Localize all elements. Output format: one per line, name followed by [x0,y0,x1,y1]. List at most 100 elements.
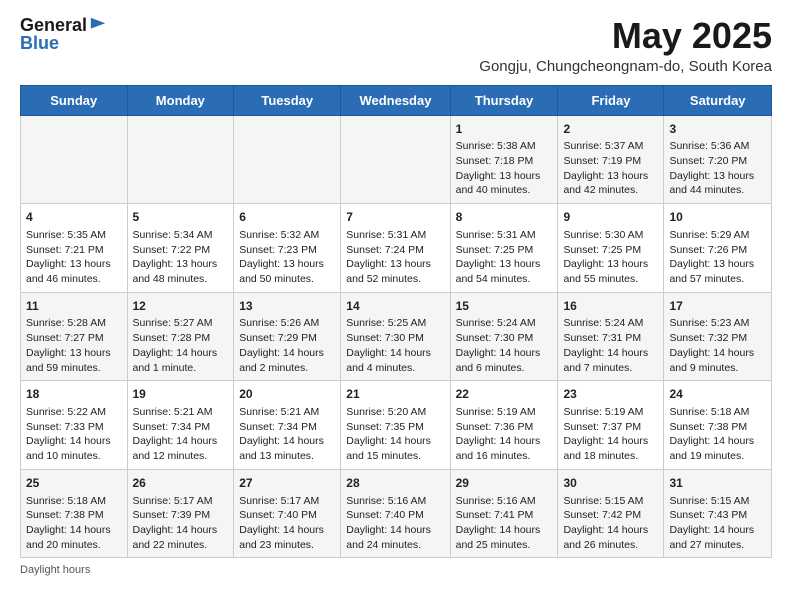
day-info: Sunrise: 5:19 AM Sunset: 7:37 PM Dayligh… [563,405,658,464]
weekday-header-saturday: Saturday [664,85,772,115]
day-info: Sunrise: 5:22 AM Sunset: 7:33 PM Dayligh… [26,405,122,464]
day-number: 25 [26,475,122,492]
day-number: 14 [346,298,444,315]
calendar-table: SundayMondayTuesdayWednesdayThursdayFrid… [20,85,772,559]
calendar-cell: 23 Sunrise: 5:19 AM Sunset: 7:37 PM Dayli… [558,381,664,470]
day-number: 27 [239,475,335,492]
calendar-cell: 2Sunrise: 5:37 AM Sunset: 7:19 PM Daylig… [558,115,664,204]
calendar-cell: 21Sunrise: 5:20 AM Sunset: 7:35 PM Dayli… [341,381,450,470]
calendar-cell: 26Sunrise: 5:17 AM Sunset: 7:39 PM Dayli… [127,469,234,558]
day-number: 21 [346,386,444,403]
day-info: Sunrise: 5:30 AM Sunset: 7:25 PM Dayligh… [563,228,658,287]
day-info: Sunrise: 5:23 AM Sunset: 7:32 PM Dayligh… [669,316,766,375]
day-number: 28 [346,475,444,492]
location-subtitle: Gongju, Chungcheongnam-do, South Korea [479,58,772,75]
logo: General Blue [20,16,107,52]
day-number: 24 [669,386,766,403]
month-title: May 2025 [479,16,772,56]
day-info: Sunrise: 5:19 AM Sunset: 7:36 PM Dayligh… [456,405,553,464]
calendar-cell: 17Sunrise: 5:23 AM Sunset: 7:32 PM Dayli… [664,292,772,381]
day-number: 6 [239,209,335,226]
day-number: 10 [669,209,766,226]
calendar-cell: 27 Sunrise: 5:17 AM Sunset: 7:40 PM Dayli… [234,469,341,558]
day-info: Sunrise: 5:31 AM Sunset: 7:24 PM Dayligh… [346,228,444,287]
day-info: Sunrise: 5:29 AM Sunset: 7:26 PM Dayligh… [669,228,766,287]
calendar-week-2: 4 Sunrise: 5:35 AM Sunset: 7:21 PM Daylig… [21,204,772,293]
daylight-label: Daylight hours [20,564,90,576]
day-number: 30 [563,475,658,492]
day-number: 23 [563,386,658,403]
calendar-cell [341,115,450,204]
logo-flag-icon [89,16,107,34]
calendar-cell: 22 Sunrise: 5:19 AM Sunset: 7:36 PM Dayli… [450,381,558,470]
calendar-cell: 12Sunrise: 5:27 AM Sunset: 7:28 PM Dayli… [127,292,234,381]
calendar-cell: 7 Sunrise: 5:31 AM Sunset: 7:24 PM Daylig… [341,204,450,293]
day-number: 7 [346,209,444,226]
day-info: Sunrise: 5:32 AM Sunset: 7:23 PM Dayligh… [239,228,335,287]
logo-blue: Blue [20,34,59,52]
day-info: Sunrise: 5:28 AM Sunset: 7:27 PM Dayligh… [26,316,122,375]
day-number: 8 [456,209,553,226]
calendar-cell: 1Sunrise: 5:38 AM Sunset: 7:18 PM Daylig… [450,115,558,204]
day-info: Sunrise: 5:15 AM Sunset: 7:42 PM Dayligh… [563,494,658,553]
day-info: Sunrise: 5:37 AM Sunset: 7:19 PM Dayligh… [563,139,658,198]
calendar-cell [21,115,128,204]
weekday-header-wednesday: Wednesday [341,85,450,115]
day-number: 9 [563,209,658,226]
day-info: Sunrise: 5:15 AM Sunset: 7:43 PM Dayligh… [669,494,766,553]
day-number: 3 [669,121,766,138]
calendar-cell: 31 Sunrise: 5:15 AM Sunset: 7:43 PM Dayli… [664,469,772,558]
day-info: Sunrise: 5:25 AM Sunset: 7:30 PM Dayligh… [346,316,444,375]
day-number: 13 [239,298,335,315]
day-info: Sunrise: 5:36 AM Sunset: 7:20 PM Dayligh… [669,139,766,198]
calendar-cell [234,115,341,204]
day-info: Sunrise: 5:35 AM Sunset: 7:21 PM Dayligh… [26,228,122,287]
calendar-cell: 15Sunrise: 5:24 AM Sunset: 7:30 PM Dayli… [450,292,558,381]
calendar-cell: 6 Sunrise: 5:32 AM Sunset: 7:23 PM Daylig… [234,204,341,293]
day-number: 31 [669,475,766,492]
day-number: 17 [669,298,766,315]
day-number: 29 [456,475,553,492]
day-info: Sunrise: 5:17 AM Sunset: 7:40 PM Dayligh… [239,494,335,553]
page-header: General Blue May 2025 Gongju, Chungcheon… [20,16,772,75]
weekday-header-row: SundayMondayTuesdayWednesdayThursdayFrid… [21,85,772,115]
day-info: Sunrise: 5:38 AM Sunset: 7:18 PM Dayligh… [456,139,553,198]
day-number: 22 [456,386,553,403]
calendar-cell: 29 Sunrise: 5:16 AM Sunset: 7:41 PM Dayli… [450,469,558,558]
day-number: 11 [26,298,122,315]
day-info: Sunrise: 5:24 AM Sunset: 7:30 PM Dayligh… [456,316,553,375]
day-info: Sunrise: 5:17 AM Sunset: 7:39 PM Dayligh… [133,494,229,553]
day-number: 16 [563,298,658,315]
day-info: Sunrise: 5:24 AM Sunset: 7:31 PM Dayligh… [563,316,658,375]
calendar-cell: 16Sunrise: 5:24 AM Sunset: 7:31 PM Dayli… [558,292,664,381]
weekday-header-monday: Monday [127,85,234,115]
calendar-cell: 20Sunrise: 5:21 AM Sunset: 7:34 PM Dayli… [234,381,341,470]
day-number: 5 [133,209,229,226]
calendar-cell: 14Sunrise: 5:25 AM Sunset: 7:30 PM Dayli… [341,292,450,381]
calendar-cell: 5 Sunrise: 5:34 AM Sunset: 7:22 PM Daylig… [127,204,234,293]
calendar-cell: 30 Sunrise: 5:15 AM Sunset: 7:42 PM Dayli… [558,469,664,558]
calendar-cell: 18 Sunrise: 5:22 AM Sunset: 7:33 PM Dayli… [21,381,128,470]
calendar-cell: 9 Sunrise: 5:30 AM Sunset: 7:25 PM Daylig… [558,204,664,293]
day-number: 18 [26,386,122,403]
day-info: Sunrise: 5:31 AM Sunset: 7:25 PM Dayligh… [456,228,553,287]
logo-general: General [20,16,87,34]
weekday-header-tuesday: Tuesday [234,85,341,115]
footer: Daylight hours [20,564,772,576]
calendar-cell: 13Sunrise: 5:26 AM Sunset: 7:29 PM Dayli… [234,292,341,381]
day-info: Sunrise: 5:16 AM Sunset: 7:40 PM Dayligh… [346,494,444,553]
day-number: 4 [26,209,122,226]
calendar-cell: 24 Sunrise: 5:18 AM Sunset: 7:38 PM Dayli… [664,381,772,470]
calendar-cell [127,115,234,204]
calendar-cell: 10 Sunrise: 5:29 AM Sunset: 7:26 PM Dayli… [664,204,772,293]
day-info: Sunrise: 5:26 AM Sunset: 7:29 PM Dayligh… [239,316,335,375]
calendar-week-5: 25Sunrise: 5:18 AM Sunset: 7:38 PM Dayli… [21,469,772,558]
day-info: Sunrise: 5:34 AM Sunset: 7:22 PM Dayligh… [133,228,229,287]
calendar-cell: 11Sunrise: 5:28 AM Sunset: 7:27 PM Dayli… [21,292,128,381]
day-info: Sunrise: 5:18 AM Sunset: 7:38 PM Dayligh… [669,405,766,464]
day-number: 15 [456,298,553,315]
calendar-week-4: 18 Sunrise: 5:22 AM Sunset: 7:33 PM Dayli… [21,381,772,470]
day-info: Sunrise: 5:27 AM Sunset: 7:28 PM Dayligh… [133,316,229,375]
day-info: Sunrise: 5:16 AM Sunset: 7:41 PM Dayligh… [456,494,553,553]
day-number: 12 [133,298,229,315]
